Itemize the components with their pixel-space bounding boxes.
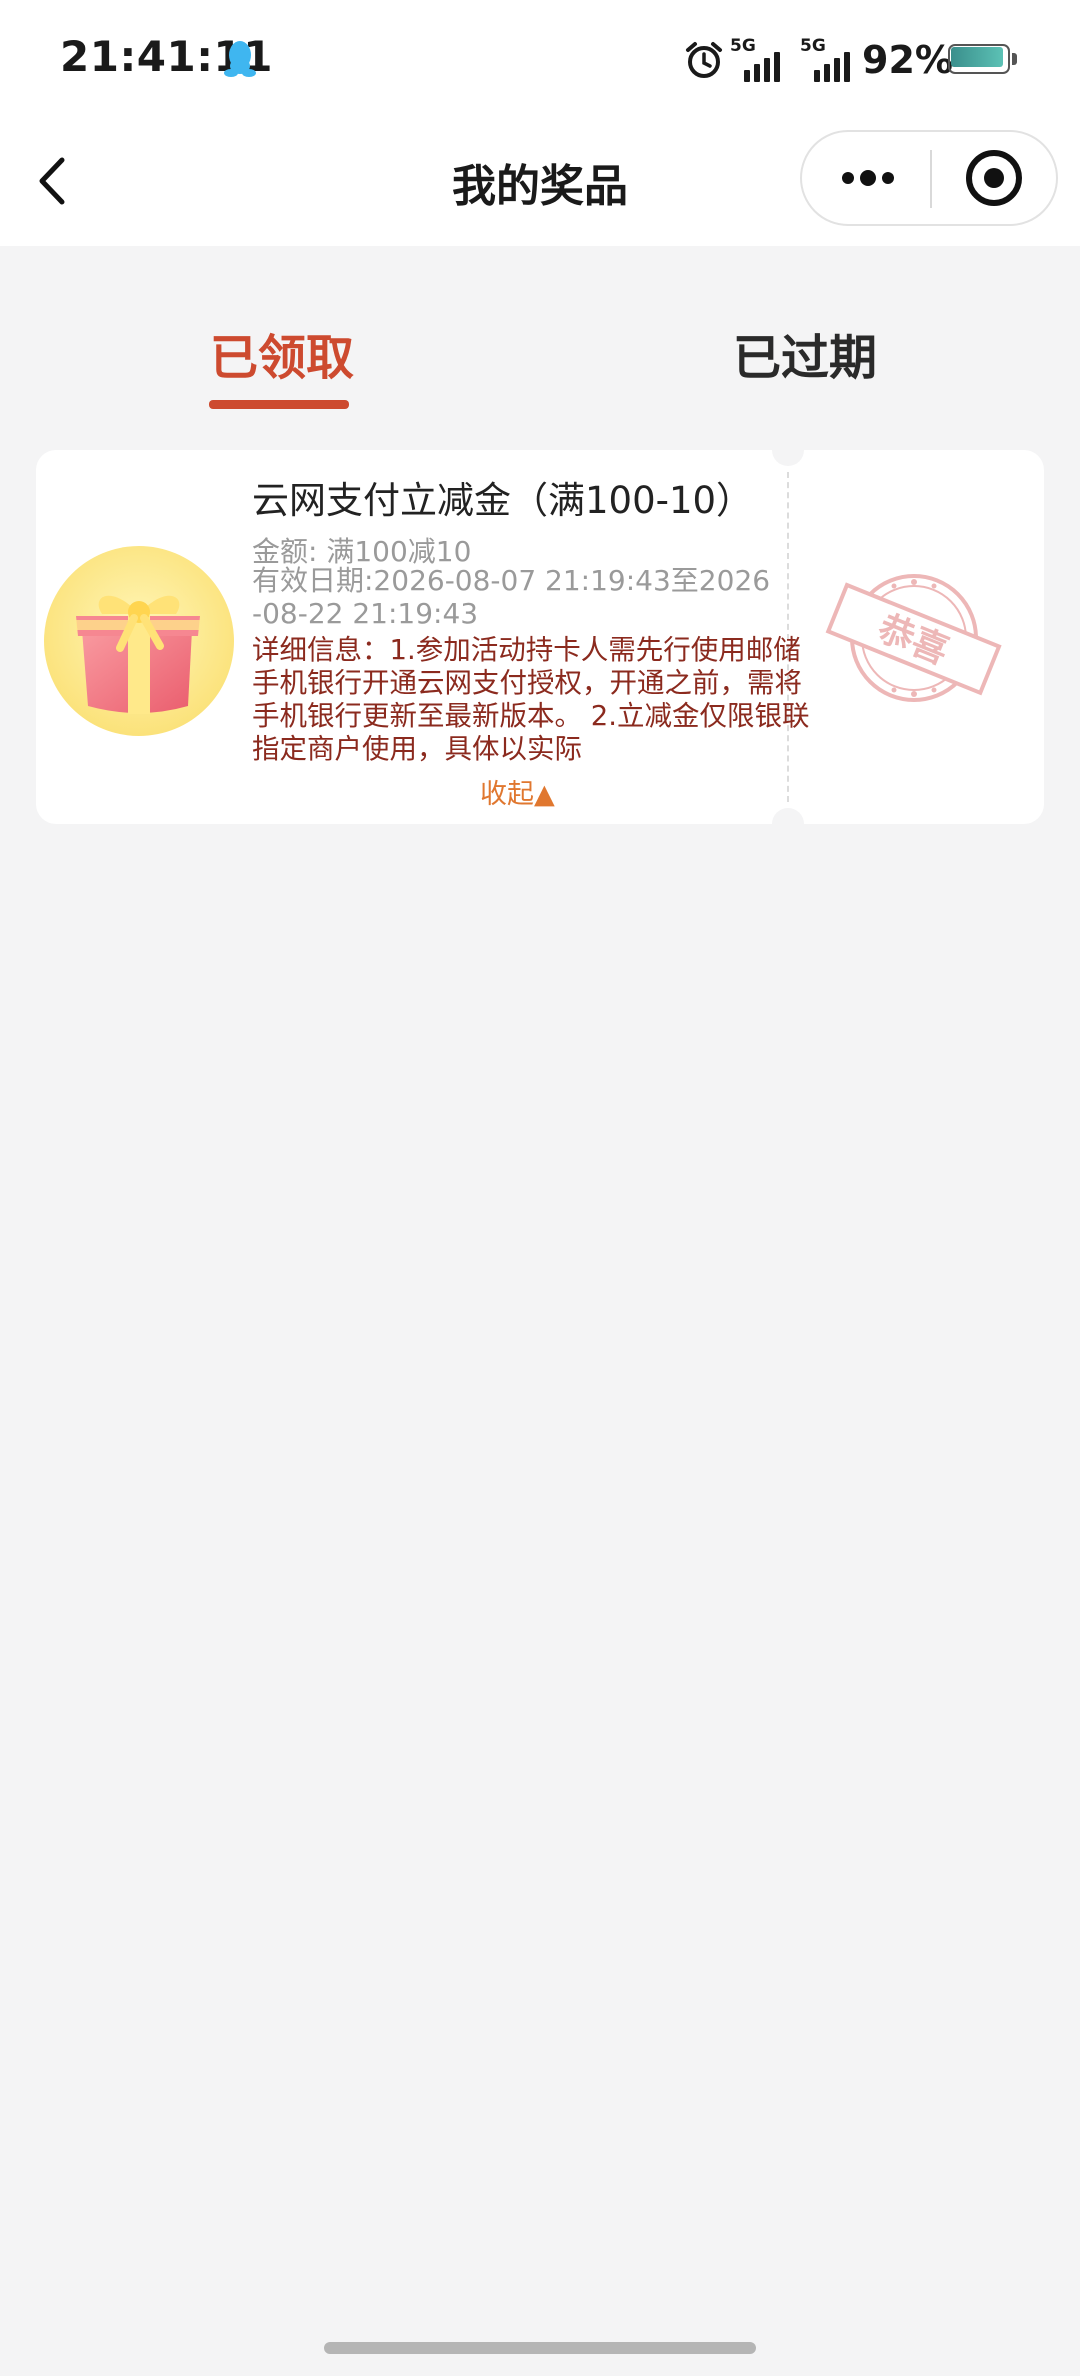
prize-detail: 详细信息：1.参加活动持卡人需先行使用邮储手机银行开通云网支付授权，开通之前，需… <box>252 634 810 765</box>
gift-box-icon <box>44 546 234 736</box>
prize-card[interactable]: 云网支付立减金（满100-10） 金额: 满100减10 有效日期:2026-0… <box>36 434 1044 840</box>
signal-icon: 5G <box>730 36 786 82</box>
battery-level-fill <box>951 47 1003 67</box>
page-title: 我的奖品 <box>452 161 628 212</box>
prize-title: 云网支付立减金（满100-10） <box>252 479 754 522</box>
close-miniprogram-button[interactable] <box>934 132 1056 224</box>
battery-percentage: 92% <box>862 38 953 82</box>
card-notch <box>772 434 804 466</box>
active-tab-indicator <box>209 400 349 409</box>
chevron-left-icon <box>39 157 65 205</box>
miniprogram-capsule <box>800 130 1058 226</box>
signal-icon: 5G <box>800 36 856 82</box>
tab-claimed[interactable]: 已领取 <box>210 318 354 388</box>
tab-expired[interactable]: 已过期 <box>733 318 877 388</box>
more-dots-icon <box>842 172 854 184</box>
prize-validity: 有效日期:2026-08-07 21:19:43至2026-08-22 21:1… <box>252 564 771 630</box>
home-indicator[interactable] <box>324 2342 756 2354</box>
alarm-clock-icon <box>686 42 722 78</box>
more-button[interactable] <box>802 132 928 224</box>
qq-penguin-icon <box>224 41 256 77</box>
card-notch <box>772 808 804 840</box>
collapse-toggle[interactable]: 收起▲ <box>480 772 555 811</box>
capsule-divider <box>930 150 932 208</box>
back-button[interactable] <box>24 146 84 216</box>
status-bar: 21:41:11 5G 5G 92% <box>0 0 1080 120</box>
congratulations-stamp: 恭喜 <box>825 574 1002 702</box>
battery-icon <box>948 44 1018 76</box>
navigation-bar: 我的奖品 <box>0 120 1080 246</box>
